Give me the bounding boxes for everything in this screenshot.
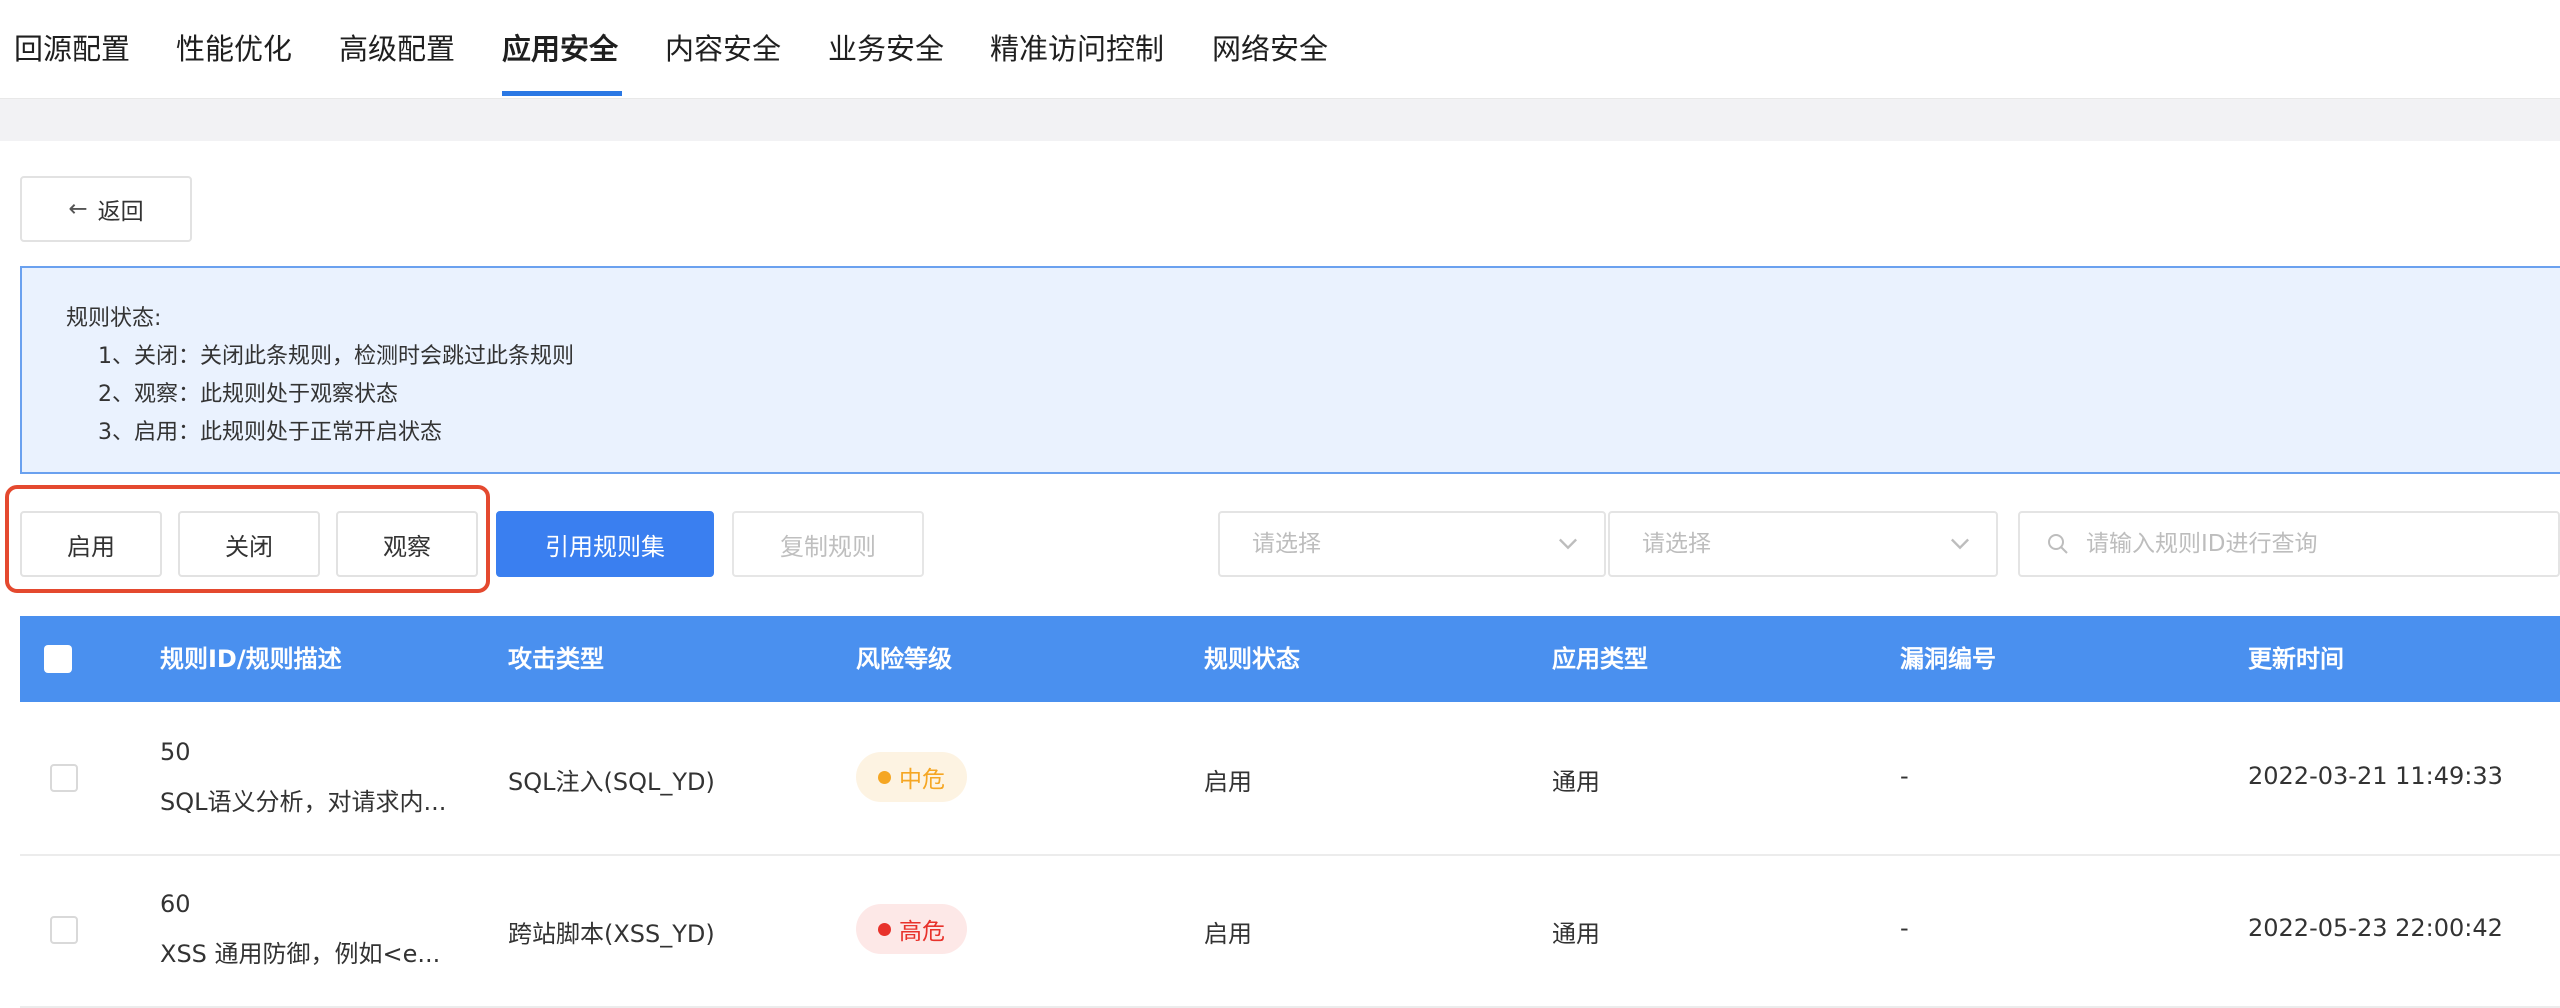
filter-select-1[interactable]: 请选择 (1218, 511, 1606, 577)
enable-button[interactable]: 启用 (20, 511, 162, 577)
updated-time: 2022-03-21 11:49:33 (2248, 762, 2503, 790)
notice-line-close: 1、关闭：关闭此条规则，检测时会跳过此条规则 (98, 344, 574, 369)
attack-type: 跨站脚本(XSS_YD) (508, 920, 715, 948)
rule-id: 50 (160, 738, 191, 766)
rule-status: 启用 (1204, 768, 1252, 796)
select-placeholder: 请选择 (1642, 531, 1711, 557)
vuln-id: - (1900, 914, 1909, 942)
risk-badge: 高危 (856, 904, 967, 954)
col-rule-status: 规则状态 (1204, 645, 1300, 673)
risk-label: 中危 (899, 767, 945, 793)
search-icon (2048, 534, 2068, 554)
filter-select-2[interactable]: 请选择 (1608, 511, 1998, 577)
close-button[interactable]: 关闭 (178, 511, 320, 577)
row-checkbox[interactable] (50, 764, 78, 792)
table-row[interactable]: 50 SQL语义分析，对请求内... SQL注入(SQL_YD) 中危 启用 通… (20, 702, 2560, 856)
vuln-id: - (1900, 762, 1909, 790)
rule-status-notice: 规则状态: 1、关闭：关闭此条规则，检测时会跳过此条规则 2、观察：此规则处于观… (20, 266, 2560, 474)
attack-type: SQL注入(SQL_YD) (508, 768, 715, 796)
top-tab-nav: 回源配置 性能优化 高级配置 应用安全 内容安全 业务安全 精准访问控制 网络安… (0, 0, 2560, 99)
rule-description: XSS 通用防御，例如<e... (160, 940, 441, 968)
tab-origin-config[interactable]: 回源配置 (14, 22, 130, 76)
updated-time: 2022-05-23 22:00:42 (2248, 914, 2503, 942)
table-row[interactable]: 60 XSS 通用防御，例如<e... 跨站脚本(XSS_YD) 高危 启用 通… (20, 854, 2560, 1008)
apply-ruleset-button[interactable]: 引用规则集 (496, 511, 714, 577)
chevron-down-icon (1951, 538, 1969, 550)
col-rule-id: 规则ID/规则描述 (160, 645, 342, 673)
tab-performance[interactable]: 性能优化 (176, 22, 292, 76)
search-placeholder: 请输入规则ID进行查询 (2086, 531, 2318, 557)
arrow-left-icon: ← (68, 196, 88, 222)
rule-id: 60 (160, 890, 191, 918)
risk-label: 高危 (899, 919, 945, 945)
col-attack-type: 攻击类型 (508, 645, 604, 673)
chevron-down-icon (1559, 538, 1577, 550)
select-placeholder: 请选择 (1252, 531, 1321, 557)
rule-description: SQL语义分析，对请求内... (160, 788, 447, 816)
table-header: 规则ID/规则描述 攻击类型 风险等级 规则状态 应用类型 漏洞编号 更新时间 (20, 616, 2560, 702)
active-tab-indicator (502, 91, 622, 96)
col-risk-level: 风险等级 (856, 645, 952, 673)
rule-id-search-input[interactable]: 请输入规则ID进行查询 (2018, 511, 2560, 577)
app-type: 通用 (1552, 920, 1600, 948)
tab-content-security[interactable]: 内容安全 (665, 22, 781, 76)
tab-app-security[interactable]: 应用安全 (502, 22, 618, 76)
risk-dot-icon (878, 770, 891, 784)
row-checkbox[interactable] (50, 916, 78, 944)
risk-badge: 中危 (856, 752, 967, 802)
select-all-checkbox[interactable] (44, 645, 72, 673)
tab-network-security[interactable]: 网络安全 (1212, 22, 1328, 76)
notice-title: 规则状态: (66, 306, 162, 331)
tab-advanced-config[interactable]: 高级配置 (339, 22, 455, 76)
notice-line-enable: 3、启用：此规则处于正常开启状态 (98, 420, 442, 445)
app-type: 通用 (1552, 768, 1600, 796)
col-app-type: 应用类型 (1552, 645, 1648, 673)
copy-rule-button[interactable]: 复制规则 (732, 511, 924, 577)
back-button-label: 返回 (97, 199, 144, 225)
observe-button[interactable]: 观察 (336, 511, 478, 577)
col-vuln-id: 漏洞编号 (1900, 645, 1996, 673)
risk-dot-icon (878, 922, 891, 936)
col-updated-time: 更新时间 (2248, 645, 2344, 673)
back-button[interactable]: ← 返回 (20, 176, 192, 242)
content-divider (0, 99, 2560, 141)
notice-line-observe: 2、观察：此规则处于观察状态 (98, 382, 398, 407)
rule-status: 启用 (1204, 920, 1252, 948)
tab-access-control[interactable]: 精准访问控制 (990, 22, 1164, 76)
tab-business-security[interactable]: 业务安全 (828, 22, 944, 76)
